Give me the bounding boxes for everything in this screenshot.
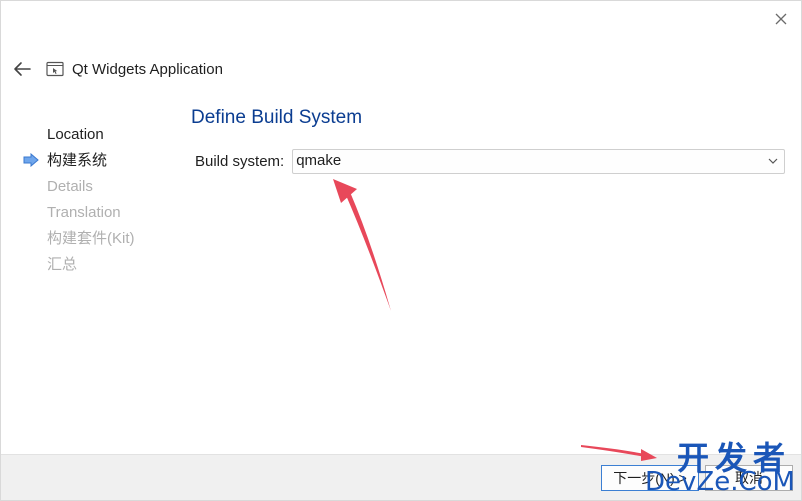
step-translation: Translation	[21, 203, 181, 229]
step-build-system: 构建系统	[21, 151, 181, 177]
build-system-row: Build system: qmake	[195, 149, 786, 174]
step-label: Location	[47, 126, 104, 143]
wizard-header: Qt Widgets Application	[11, 56, 223, 82]
step-summary: 汇总	[21, 255, 181, 281]
back-button[interactable]	[11, 58, 33, 80]
step-kits: 构建套件(Kit)	[21, 229, 181, 255]
close-icon	[775, 13, 787, 25]
wizard-title: Qt Widgets Application	[72, 60, 223, 78]
annotation-arrow-icon	[333, 179, 391, 311]
build-system-value: qmake	[296, 152, 342, 169]
current-step-arrow-icon	[23, 153, 39, 167]
step-location: Location	[21, 125, 181, 151]
step-details: Details	[21, 177, 181, 203]
step-label: 汇总	[47, 256, 78, 273]
next-button[interactable]: 下一步(N) >	[601, 465, 699, 491]
wizard-steps: Location 构建系统 Details Translation 构建套件(K…	[21, 125, 181, 281]
step-label: 构建套件(Kit)	[47, 230, 135, 247]
step-label: Details	[47, 178, 93, 195]
arrow-left-icon	[14, 62, 31, 76]
close-button[interactable]	[771, 9, 791, 29]
page-title: Define Build System	[191, 107, 363, 128]
cancel-button[interactable]: 取消	[705, 465, 793, 491]
step-label: 构建系统	[47, 152, 108, 169]
build-system-select[interactable]: qmake	[292, 149, 786, 174]
step-label: Translation	[47, 204, 121, 221]
window-icon	[46, 61, 64, 77]
wizard-window: Qt Widgets Application Location 构建系统 Det…	[0, 0, 802, 501]
chevron-down-icon	[768, 158, 778, 164]
build-system-label: Build system:	[195, 153, 285, 170]
